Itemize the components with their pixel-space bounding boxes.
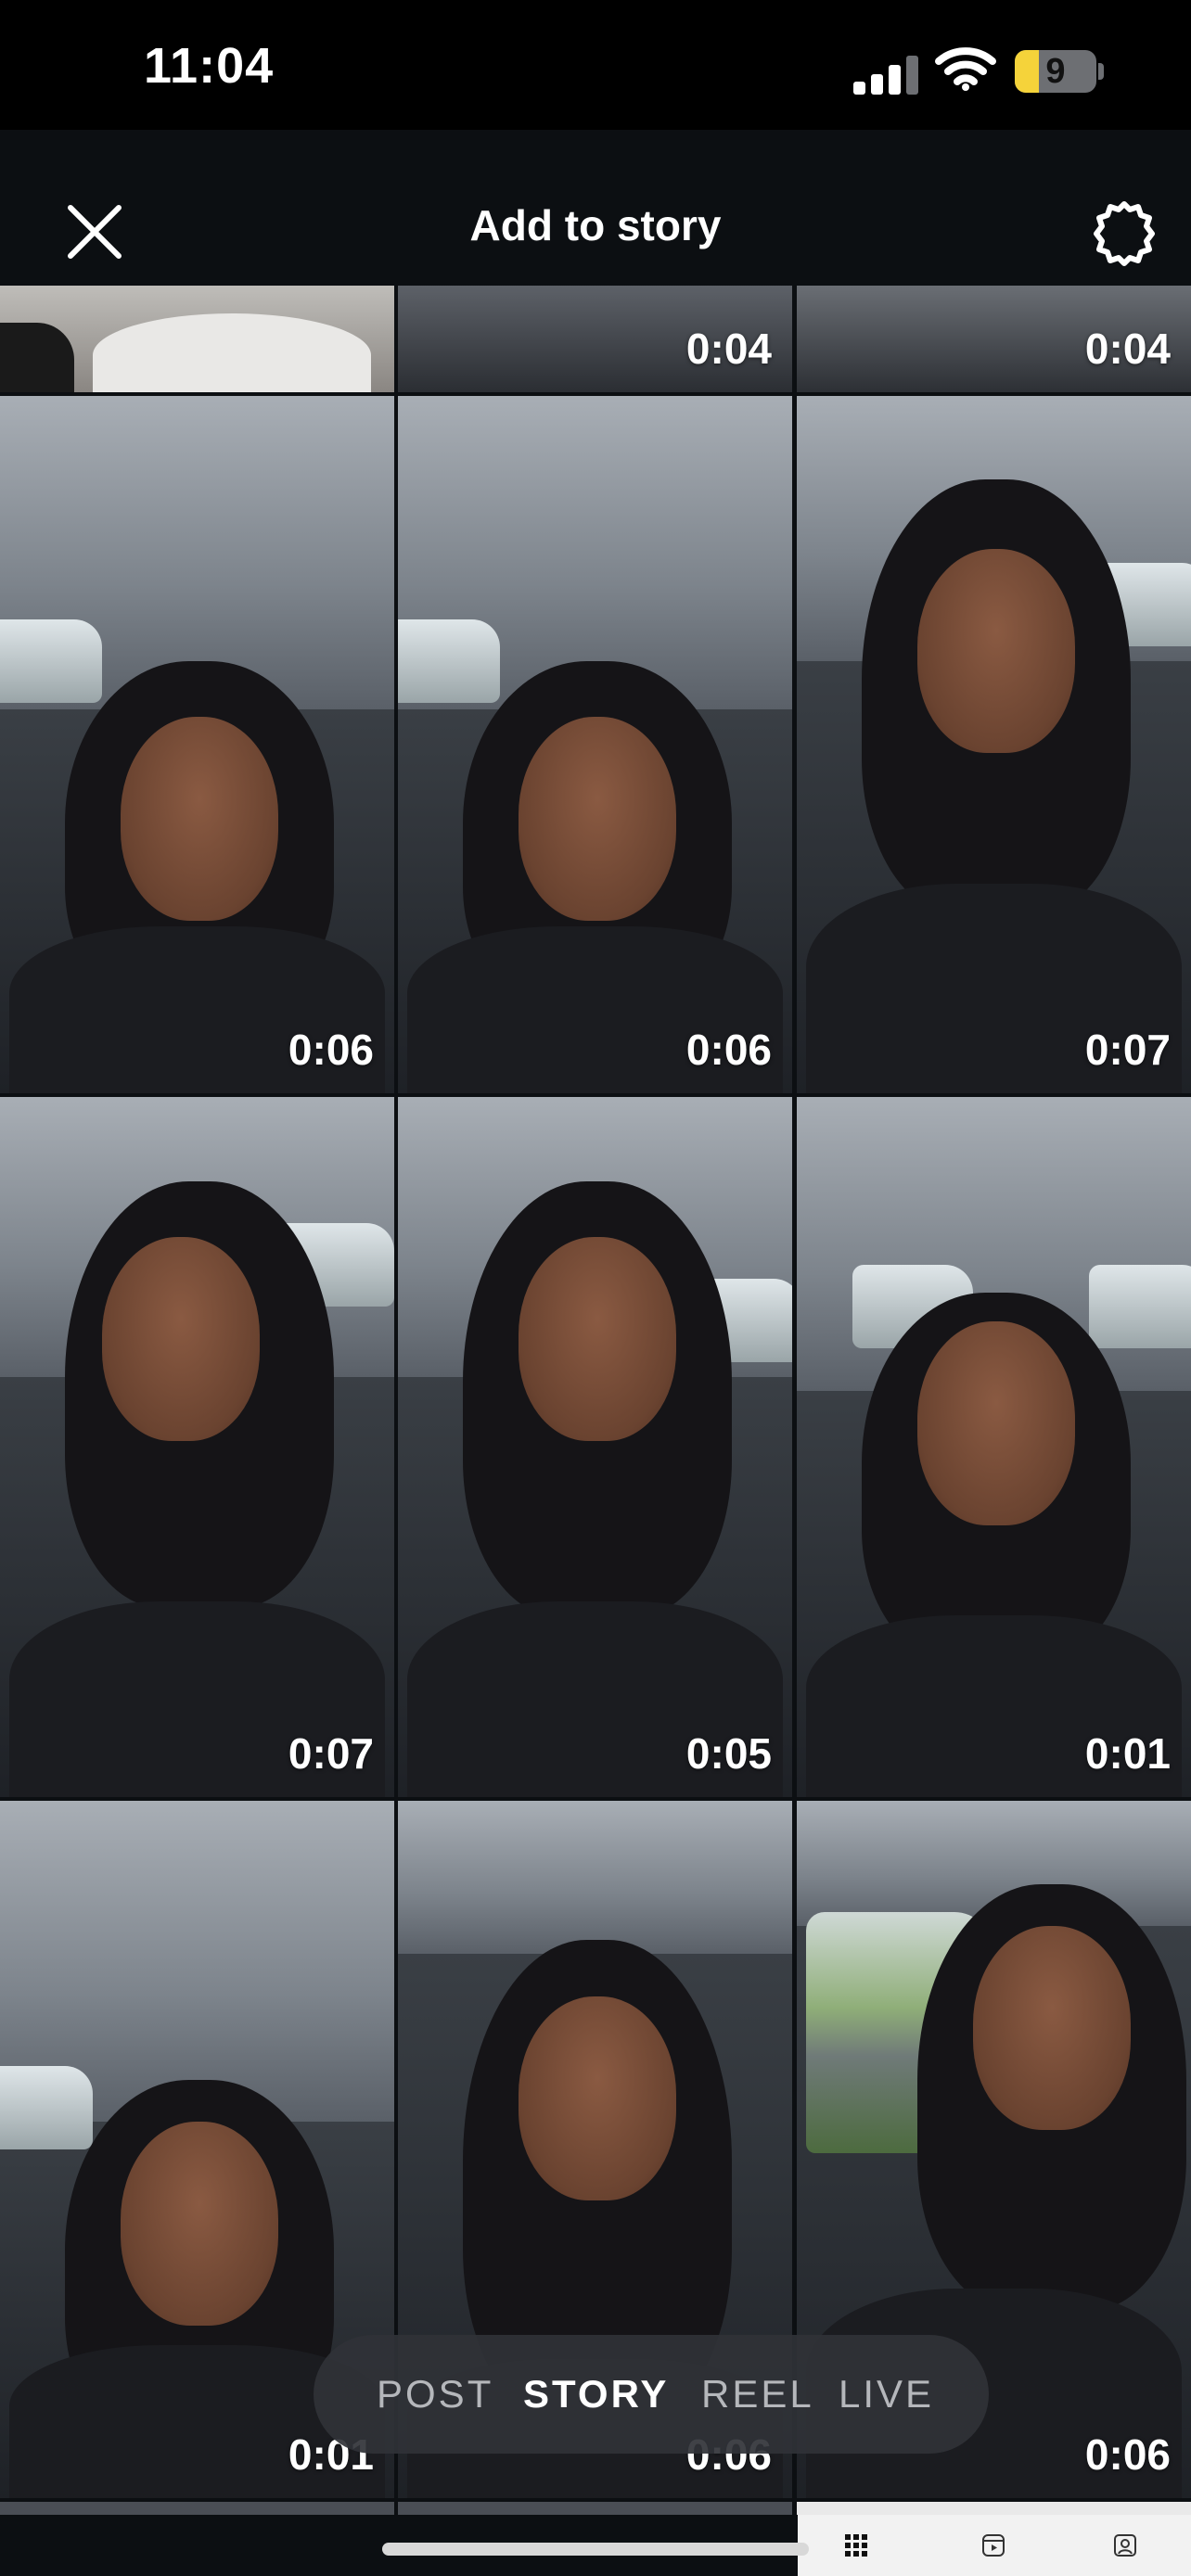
video-duration: 0:01 — [1084, 1729, 1171, 1778]
video-duration: 0:06 — [685, 1026, 772, 1074]
media-tile[interactable]: 0:07 — [0, 1097, 394, 1797]
mode-live[interactable]: LIVE — [839, 2372, 934, 2417]
profile-tabs — [798, 2515, 1191, 2576]
status-time: 11:04 — [144, 38, 275, 94]
media-tile[interactable] — [0, 286, 394, 392]
video-duration: 0:05 — [685, 1729, 772, 1778]
media-thumbnail — [797, 396, 1191, 1093]
video-duration: 0:04 — [1084, 325, 1171, 373]
page-title: Add to story — [469, 201, 722, 249]
media-thumbnail — [0, 396, 394, 1093]
media-thumbnail — [398, 1097, 792, 1797]
media-tile[interactable]: 0:01 — [797, 1097, 1191, 1797]
video-duration: 0:07 — [288, 1729, 374, 1778]
media-tile[interactable]: 0:05 — [398, 1097, 792, 1797]
header: Add to story — [0, 130, 1191, 286]
settings-icon[interactable] — [1085, 195, 1163, 273]
video-duration: 0:06 — [1084, 2430, 1171, 2479]
media-thumbnail — [0, 286, 394, 392]
media-tile[interactable]: 0:04 — [797, 286, 1191, 392]
media-thumbnail — [0, 1097, 394, 1797]
status-bar: 11:04 9 — [0, 0, 1191, 130]
video-duration: 0:04 — [685, 325, 772, 373]
battery-tip — [1098, 63, 1104, 80]
media-tile[interactable]: 0:06 — [0, 396, 394, 1093]
battery-icon: 9 — [1015, 50, 1096, 93]
media-thumbnail — [797, 1097, 1191, 1797]
media-thumbnail — [398, 396, 792, 1093]
mode-story[interactable]: STORY — [523, 2372, 669, 2417]
media-tile[interactable]: 0:07 — [797, 396, 1191, 1093]
reels-icon[interactable] — [981, 2533, 1005, 2557]
media-tile[interactable]: 0:04 — [398, 286, 792, 392]
media-grid: 0:04 0:04 0:06 0:06 0:07 0:07 0:05 0:01 … — [0, 286, 1191, 2576]
mode-post[interactable]: POST — [377, 2372, 493, 2417]
video-duration: 0:07 — [1084, 1026, 1171, 1074]
mode-selector: POST STORY REEL LIVE — [314, 2335, 989, 2454]
grid-icon[interactable] — [844, 2533, 868, 2557]
home-indicator — [382, 2543, 809, 2556]
wifi-icon — [935, 47, 996, 91]
tagged-icon[interactable] — [1113, 2533, 1137, 2557]
video-duration: 0:06 — [288, 1026, 374, 1074]
media-tile[interactable]: 0:06 — [398, 396, 792, 1093]
mode-reel[interactable]: REEL — [701, 2372, 814, 2417]
cellular-signal-icon — [853, 54, 918, 95]
battery-level: 9 — [1045, 52, 1066, 91]
